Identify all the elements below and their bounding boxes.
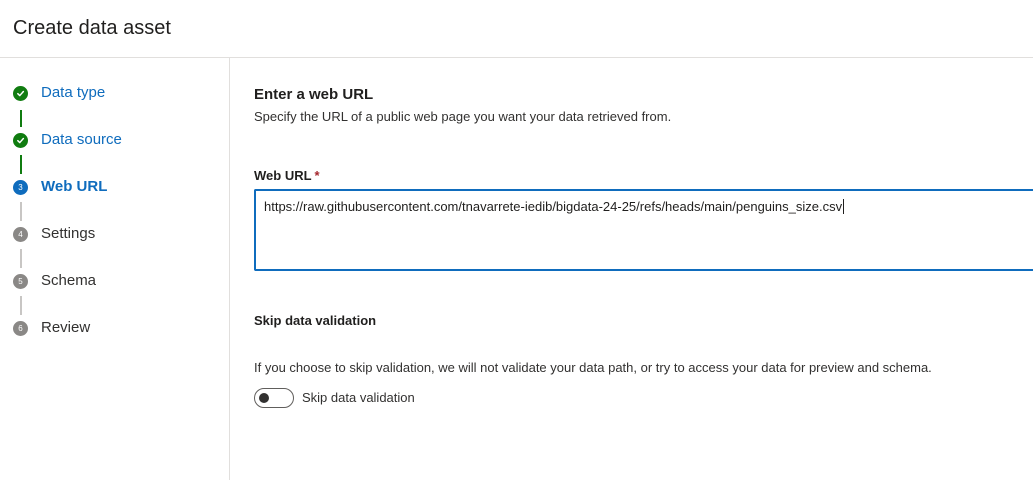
page-title: Create data asset bbox=[13, 17, 171, 39]
step-connector bbox=[20, 249, 22, 268]
step-connector bbox=[20, 155, 22, 174]
skip-validation-toggle-label[interactable]: Skip data validation bbox=[302, 390, 415, 405]
step-label: Data type bbox=[41, 84, 106, 101]
step-label: Data source bbox=[41, 131, 122, 148]
wizard-steps-sidebar: Data type Data source 3 Web URL 4 Settin… bbox=[0, 58, 230, 480]
skip-validation-toggle-row: Skip data validation bbox=[254, 387, 554, 409]
step-number-icon: 5 bbox=[13, 274, 28, 289]
toggle-knob bbox=[259, 393, 269, 403]
step-label: Web URL bbox=[41, 178, 108, 195]
step-number: 6 bbox=[18, 323, 23, 333]
step-number: 3 bbox=[18, 182, 23, 192]
skip-validation-toggle[interactable] bbox=[254, 388, 294, 408]
check-circle-icon bbox=[13, 133, 28, 148]
step-number-icon: 4 bbox=[13, 227, 28, 242]
main-content: Enter a web URL Specify the URL of a pub… bbox=[254, 58, 1033, 480]
web-url-label-text: Web URL bbox=[254, 168, 312, 183]
step-label: Schema bbox=[41, 272, 97, 289]
section-title: Enter a web URL bbox=[254, 86, 374, 103]
step-label: Review bbox=[41, 319, 91, 336]
step-connector bbox=[20, 202, 22, 221]
step-number-icon: 6 bbox=[13, 321, 28, 336]
web-url-input[interactable]: https://raw.githubusercontent.com/tnavar… bbox=[254, 189, 1033, 271]
step-number: 4 bbox=[18, 229, 23, 239]
required-marker: * bbox=[314, 168, 320, 183]
step-data-source[interactable]: Data source bbox=[13, 130, 223, 152]
step-connector bbox=[20, 296, 22, 315]
web-url-label: Web URL * bbox=[254, 168, 320, 183]
step-number: 5 bbox=[18, 276, 23, 286]
text-caret bbox=[843, 199, 845, 214]
web-url-text: https://raw.githubusercontent.com/tnavar… bbox=[264, 199, 843, 214]
check-circle-icon bbox=[13, 86, 28, 101]
step-number-icon: 3 bbox=[13, 180, 28, 195]
skip-validation-description: If you choose to skip validation, we wil… bbox=[254, 360, 932, 375]
step-connector bbox=[20, 110, 22, 127]
step-review[interactable]: 6 Review bbox=[13, 318, 223, 340]
skip-validation-title: Skip data validation bbox=[254, 313, 377, 328]
step-label: Settings bbox=[41, 225, 96, 242]
web-url-value: https://raw.githubusercontent.com/tnavar… bbox=[264, 199, 845, 214]
step-web-url[interactable]: 3 Web URL bbox=[13, 177, 223, 199]
step-schema[interactable]: 5 Schema bbox=[13, 271, 223, 293]
header: Create data asset bbox=[0, 0, 1033, 58]
step-settings[interactable]: 4 Settings bbox=[13, 224, 223, 246]
step-data-type[interactable]: Data type bbox=[13, 83, 223, 105]
section-description: Specify the URL of a public web page you… bbox=[254, 109, 672, 124]
